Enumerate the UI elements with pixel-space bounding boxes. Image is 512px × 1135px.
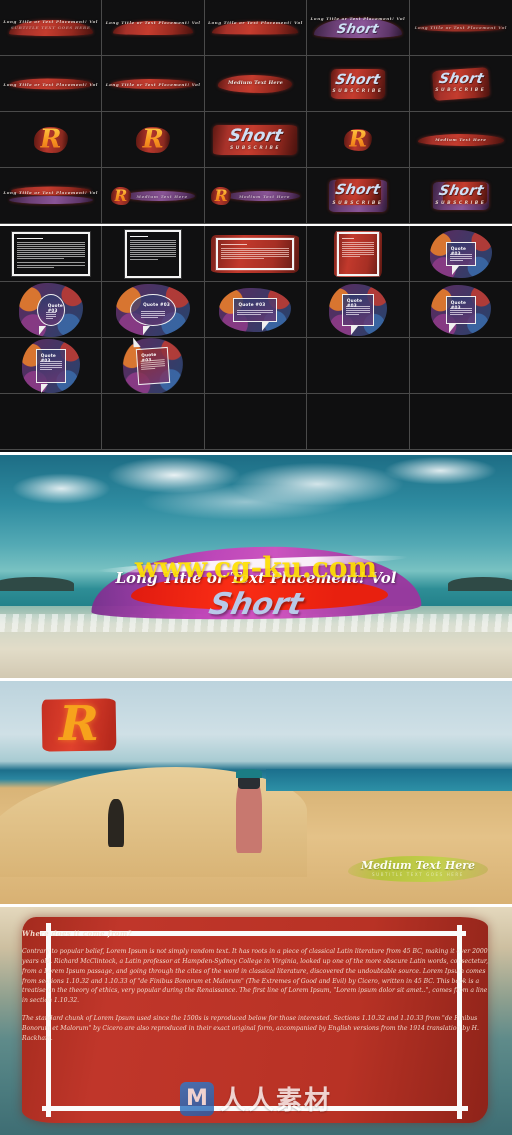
template-cell[interactable]: Short SUBSCRIBE [307, 56, 410, 112]
logo-letter: R [59, 695, 99, 752]
person-cap [236, 769, 262, 778]
cell-logo-letter: R [39, 123, 62, 154]
template-cell[interactable]: Quote #03 [0, 282, 103, 338]
template-cell[interactable]: Long Title or Text Placement! Vol [0, 56, 103, 112]
person-background [108, 799, 124, 847]
template-cell[interactable]: Quote #03 [102, 338, 205, 394]
card-heading: Where does it come from? [22, 929, 133, 938]
template-cell[interactable]: Medium Text Here [409, 112, 512, 168]
watermark-logo: 人人素材 [179, 1080, 333, 1117]
cell-logo-letter: R [113, 185, 128, 205]
template-cell[interactable]: Short SUBSCRIBE [409, 168, 512, 224]
template-cell-empty [204, 338, 308, 394]
quote-label: Quote #03 [143, 301, 170, 307]
preview-desert-lowerthird[interactable]: R Medium Text Here SUBTITLE TEXT GOES HE… [0, 678, 512, 904]
sea-strip [266, 769, 512, 791]
template-cell[interactable]: Long Title or Text Placement! Vol [204, 0, 308, 56]
template-cell[interactable]: Short SUBSCRIBE [307, 168, 410, 224]
cell-logo-letter: R [142, 123, 164, 154]
template-cell[interactable]: Quote #03 [409, 282, 512, 338]
cell-logo-letter: R [348, 125, 368, 152]
logo-badge[interactable]: R [41, 695, 117, 752]
template-cell[interactable]: R Medium Text Here [102, 168, 205, 224]
template-cell-empty [204, 394, 308, 450]
template-cell[interactable] [204, 226, 308, 282]
template-cell[interactable]: R [0, 112, 103, 168]
medium-subtext: SUBTITLE TEXT GOES HERE [372, 872, 464, 877]
template-cell[interactable]: Long Title or Text Placement! Vol [0, 168, 103, 224]
preview-text-card[interactable]: Where does it come from? Contrary to pop… [0, 904, 512, 1135]
template-cell-empty [0, 394, 103, 450]
preview-beach-title[interactable]: Long Title or Text Placement! Vol Short … [0, 452, 512, 678]
template-cell[interactable]: Quote #03 [0, 338, 103, 394]
template-cell-empty [409, 394, 512, 450]
template-cell[interactable]: Short SUBSCRIBE [204, 112, 308, 168]
template-cell[interactable]: Quote #03 [307, 282, 410, 338]
quote-label: Quote #03 [238, 301, 266, 307]
template-cell[interactable]: R Medium Text Here [204, 168, 308, 224]
card-paragraph-2: The standard chunk of Lorem Ipsum used s… [22, 1015, 479, 1042]
template-cell[interactable] [307, 226, 410, 282]
template-grid-frames: Quote #03 Quote #03 [0, 224, 512, 452]
template-grid-titles: Long Title or Text Placement! Vol SUBTIT… [0, 0, 512, 224]
lower-third-tag: Medium Text Here SUBTITLE TEXT GOES HERE [348, 856, 488, 882]
watermark-url: www.cg-ku.com [134, 551, 378, 584]
template-cell[interactable] [0, 226, 103, 282]
template-cell[interactable]: Medium Text Here [204, 56, 308, 112]
template-cell-empty [409, 338, 512, 394]
watermark-site-name: 人人素材 [219, 1086, 333, 1116]
template-cell[interactable]: Long Title or Text Placement! Vol SUBTIT… [0, 0, 103, 56]
template-cell[interactable]: Quote #03 [102, 282, 205, 338]
medium-text: Medium Text Here [360, 859, 476, 872]
template-cell[interactable]: R [102, 112, 205, 168]
template-cell[interactable]: Long Title or Text Placement! Vol [102, 0, 205, 56]
template-cell[interactable]: Long Title or Text Placement Vol [409, 0, 512, 56]
screenshot-root: Long Title or Text Placement! Vol SUBTIT… [0, 0, 512, 1135]
template-cell[interactable]: Long Title or Text Placement! Vol Short [307, 0, 410, 56]
template-cell-empty [102, 394, 205, 450]
card-paragraph-1: Contrary to popular belief, Lorem Ipsum … [22, 948, 489, 1005]
template-cell-empty [307, 338, 410, 394]
template-cell[interactable] [102, 226, 205, 282]
short-word: Short [205, 587, 307, 622]
template-cell[interactable]: Long Title or Text Placement! Vol [102, 56, 205, 112]
template-cell[interactable]: R [307, 112, 410, 168]
template-cell[interactable]: Short SUBSCRIBE [409, 56, 512, 112]
template-cell-empty [307, 394, 410, 450]
template-cell[interactable]: Quote #03 [409, 226, 512, 282]
watermark-m-icon [179, 1081, 214, 1116]
template-cell[interactable]: Quote #03 [204, 282, 308, 338]
cell-logo-letter: R [214, 185, 228, 205]
